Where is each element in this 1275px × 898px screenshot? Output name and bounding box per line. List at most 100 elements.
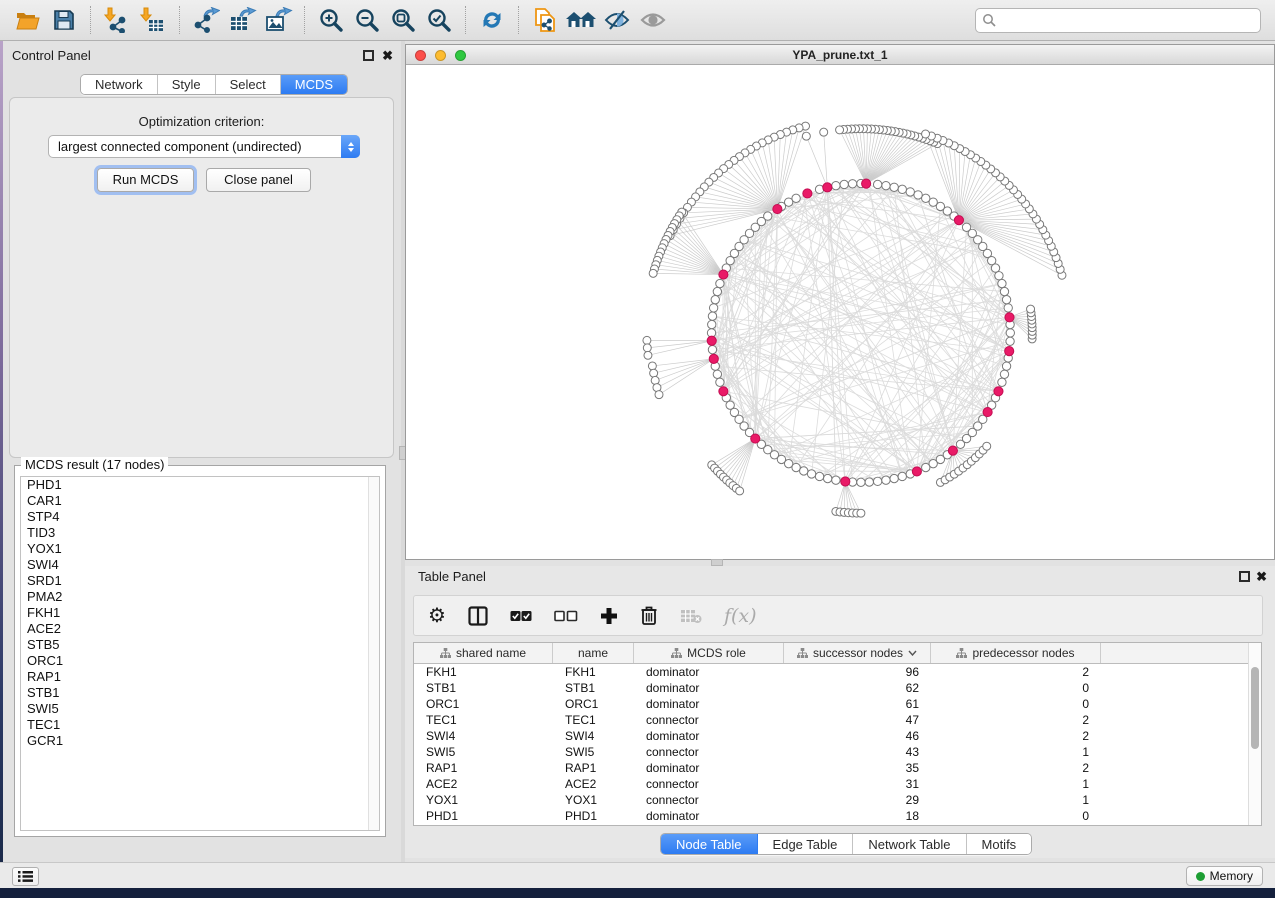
float-window-icon[interactable]	[1239, 571, 1250, 582]
cell-shared-name[interactable]: RAP1	[414, 760, 553, 776]
column-header-predecessor-nodes[interactable]: predecessor nodes	[931, 643, 1101, 663]
memory-button[interactable]: Memory	[1186, 866, 1263, 886]
import-network-button[interactable]	[99, 4, 135, 36]
hide-graphics-details-button[interactable]	[599, 4, 635, 36]
delete-column-button[interactable]	[640, 602, 658, 630]
cell-successor-nodes[interactable]: 29	[784, 792, 931, 808]
cell-shared-name[interactable]: SWI5	[414, 744, 553, 760]
table-settings-button[interactable]: ⚙	[428, 602, 446, 630]
column-header-name[interactable]: name	[553, 643, 634, 663]
cell-name[interactable]: TEC1	[553, 712, 634, 728]
cell-predecessor-nodes[interactable]: 2	[931, 664, 1101, 680]
cell-successor-nodes[interactable]: 47	[784, 712, 931, 728]
cell-predecessor-nodes[interactable]: 0	[931, 808, 1101, 824]
tab-node-table[interactable]: Node Table	[661, 834, 758, 854]
tab-motifs[interactable]: Motifs	[967, 834, 1032, 854]
deselect-all-columns-button[interactable]	[554, 602, 578, 630]
close-icon[interactable]: ✖	[1256, 570, 1267, 583]
tab-style[interactable]: Style	[158, 75, 216, 94]
close-panel-button[interactable]: Close panel	[206, 168, 311, 192]
mcds-result-item[interactable]: PHD1	[21, 477, 379, 493]
cell-successor-nodes[interactable]: 31	[784, 776, 931, 792]
cell-mcds-role[interactable]: connector	[634, 744, 784, 760]
save-session-button[interactable]	[46, 4, 82, 36]
mcds-result-item[interactable]: SWI5	[21, 701, 379, 717]
table-row[interactable]: RAP1RAP1dominator352	[414, 760, 1248, 776]
open-session-button[interactable]	[10, 4, 46, 36]
mcds-result-item[interactable]: GCR1	[21, 733, 379, 749]
cell-successor-nodes[interactable]: 61	[784, 696, 931, 712]
export-network-button[interactable]	[188, 4, 224, 36]
cell-name[interactable]: ACE2	[553, 776, 634, 792]
cell-successor-nodes[interactable]: 18	[784, 808, 931, 824]
cell-predecessor-nodes[interactable]: 0	[931, 696, 1101, 712]
list-scrollbar[interactable]	[368, 477, 379, 830]
table-row[interactable]: PHD1PHD1dominator180	[414, 808, 1248, 824]
cell-successor-nodes[interactable]: 35	[784, 760, 931, 776]
zoom-fit-button[interactable]	[385, 4, 421, 36]
cell-predecessor-nodes[interactable]: 1	[931, 792, 1101, 808]
mcds-result-item[interactable]: RAP1	[21, 669, 379, 685]
tab-mcds[interactable]: MCDS	[281, 75, 347, 94]
cell-name[interactable]: ORC1	[553, 696, 634, 712]
table-row[interactable]: SWI4SWI4dominator462	[414, 728, 1248, 744]
network-window-titlebar[interactable]: YPA_prune.txt_1	[406, 45, 1274, 65]
table-scrollbar[interactable]	[1248, 643, 1261, 825]
cell-predecessor-nodes[interactable]: 2	[931, 712, 1101, 728]
new-network-from-selection-button[interactable]	[527, 4, 563, 36]
import-table-button[interactable]	[135, 4, 171, 36]
cell-mcds-role[interactable]: dominator	[634, 728, 784, 744]
network-canvas[interactable]	[406, 66, 1274, 559]
column-header-shared-name[interactable]: shared name	[414, 643, 553, 663]
table-row[interactable]: ORC1ORC1dominator610	[414, 696, 1248, 712]
column-header-successor-nodes[interactable]: successor nodes	[784, 643, 931, 663]
cell-shared-name[interactable]: TEC1	[414, 712, 553, 728]
cell-shared-name[interactable]: YOX1	[414, 792, 553, 808]
zoom-in-button[interactable]	[313, 4, 349, 36]
cell-mcds-role[interactable]: dominator	[634, 808, 784, 824]
first-neighbors-button[interactable]	[563, 4, 599, 36]
table-row[interactable]: YOX1YOX1connector291	[414, 792, 1248, 808]
cell-shared-name[interactable]: ACE2	[414, 776, 553, 792]
select-all-columns-button[interactable]	[510, 602, 532, 630]
cell-shared-name[interactable]: STB1	[414, 680, 553, 696]
scrollbar-thumb[interactable]	[1251, 667, 1259, 749]
cell-shared-name[interactable]: ORC1	[414, 696, 553, 712]
cell-mcds-role[interactable]: connector	[634, 712, 784, 728]
cell-predecessor-nodes[interactable]: 2	[931, 728, 1101, 744]
cell-predecessor-nodes[interactable]: 2	[931, 760, 1101, 776]
table-row[interactable]: FKH1FKH1dominator962	[414, 664, 1248, 680]
mcds-result-item[interactable]: PMA2	[21, 589, 379, 605]
mcds-result-item[interactable]: FKH1	[21, 605, 379, 621]
cell-mcds-role[interactable]: dominator	[634, 760, 784, 776]
mcds-result-item[interactable]: SRD1	[21, 573, 379, 589]
float-window-icon[interactable]	[363, 50, 374, 61]
table-row[interactable]: SWI5SWI5connector431	[414, 744, 1248, 760]
export-table-button[interactable]	[224, 4, 260, 36]
run-mcds-button[interactable]: Run MCDS	[97, 168, 194, 192]
mcds-result-item[interactable]: STP4	[21, 509, 379, 525]
cell-name[interactable]: RAP1	[553, 760, 634, 776]
network-graph[interactable]	[406, 66, 1274, 559]
mcds-result-item[interactable]: CAR1	[21, 493, 379, 509]
table-row[interactable]: ACE2ACE2connector311	[414, 776, 1248, 792]
cell-shared-name[interactable]: PHD1	[414, 808, 553, 824]
search-input[interactable]	[997, 14, 1254, 28]
cell-predecessor-nodes[interactable]: 1	[931, 776, 1101, 792]
cell-name[interactable]: SWI5	[553, 744, 634, 760]
mcds-result-list[interactable]: PHD1CAR1STP4TID3YOX1SWI4SRD1PMA2FKH1ACE2…	[20, 476, 380, 831]
zoom-out-button[interactable]	[349, 4, 385, 36]
mcds-result-item[interactable]: ACE2	[21, 621, 379, 637]
show-graphics-details-button[interactable]	[635, 4, 671, 36]
tab-edge-table[interactable]: Edge Table	[758, 834, 854, 854]
mcds-result-item[interactable]: YOX1	[21, 541, 379, 557]
tab-select[interactable]: Select	[216, 75, 281, 94]
cell-mcds-role[interactable]: connector	[634, 792, 784, 808]
cell-name[interactable]: STB1	[553, 680, 634, 696]
apply-layout-button[interactable]	[474, 4, 510, 36]
cell-shared-name[interactable]: SWI4	[414, 728, 553, 744]
cell-successor-nodes[interactable]: 96	[784, 664, 931, 680]
zoom-selected-button[interactable]	[421, 4, 457, 36]
cell-mcds-role[interactable]: connector	[634, 776, 784, 792]
tab-network-table[interactable]: Network Table	[853, 834, 966, 854]
